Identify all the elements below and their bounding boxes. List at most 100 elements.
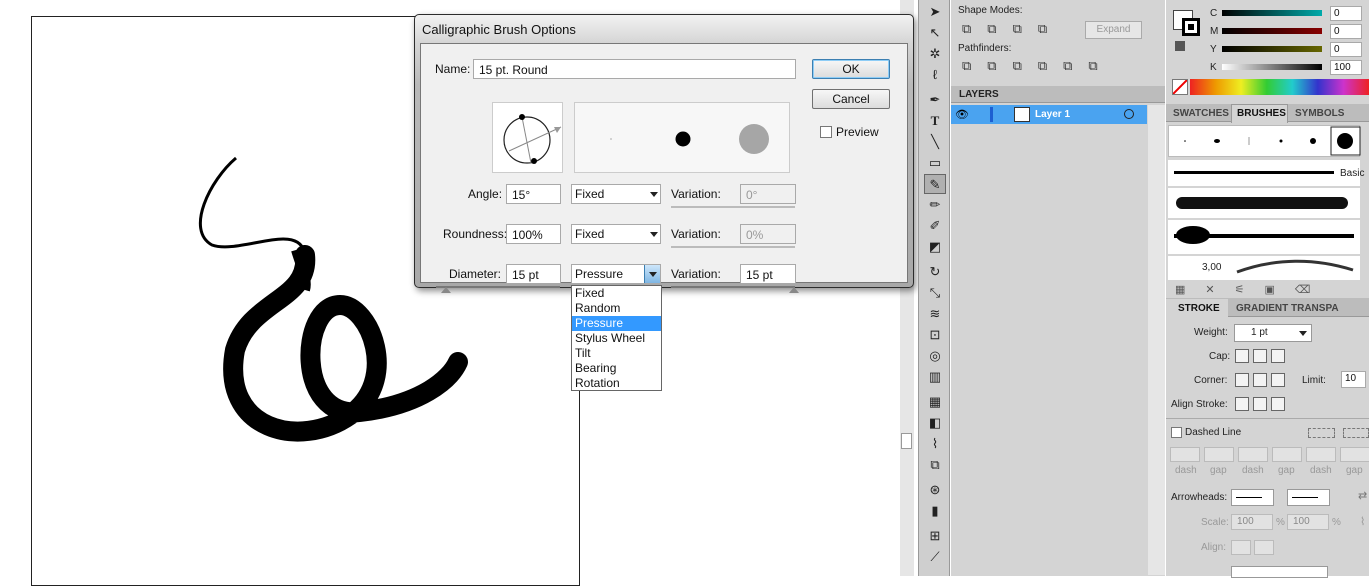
scrollbar-thumb[interactable] xyxy=(901,433,912,449)
cyan-value[interactable]: 0 xyxy=(1330,6,1362,21)
ok-button[interactable]: OK xyxy=(812,59,890,79)
dashed-line-checkbox[interactable] xyxy=(1171,427,1182,438)
dropdown-option-bearing[interactable]: Bearing xyxy=(572,361,661,376)
pathfinder-buttons[interactable]: ⧉⧉⧉⧉⧉⧉ xyxy=(962,58,1142,76)
black-value[interactable]: 100 xyxy=(1330,60,1362,75)
gradient-tool-icon[interactable]: ◧ xyxy=(924,413,946,433)
ornament-brush-row[interactable] xyxy=(1168,220,1360,254)
brushes-tab[interactable]: BRUSHES xyxy=(1237,108,1286,119)
scale-tool-icon[interactable]: ⤡ xyxy=(924,283,946,303)
swatches-tab[interactable]: SWATCHES xyxy=(1173,108,1229,119)
cancel-button[interactable]: Cancel xyxy=(812,89,890,109)
magenta-slider[interactable] xyxy=(1222,28,1322,34)
perspective-grid-tool-icon[interactable]: ▥ xyxy=(924,367,946,387)
line-tool-icon[interactable]: ╲ xyxy=(924,132,946,152)
round-cap-icon[interactable] xyxy=(1253,349,1267,363)
symbols-tab[interactable]: SYMBOLS xyxy=(1295,108,1344,119)
blend-tool-icon[interactable]: ⧉ xyxy=(924,455,946,475)
target-icon[interactable] xyxy=(1124,109,1134,119)
paintbrush-tool-icon[interactable]: ✎ xyxy=(924,174,946,194)
dash-preserve-icon[interactable] xyxy=(1308,428,1335,438)
type-tool-icon[interactable]: T xyxy=(924,111,946,131)
symbol-sprayer-tool-icon[interactable]: ⊛ xyxy=(924,480,946,500)
dropdown-option-stylus-wheel[interactable]: Stylus Wheel xyxy=(572,331,661,346)
magic-wand-tool-icon[interactable]: ✲ xyxy=(924,44,946,64)
shape-mode-buttons[interactable]: ⧉⧉⧉⧉ xyxy=(962,21,1072,39)
lasso-tool-icon[interactable]: ℓ xyxy=(924,65,946,85)
bevel-join-icon[interactable] xyxy=(1271,373,1285,387)
diameter-input[interactable]: 15 pt xyxy=(506,264,561,284)
diameter-variation-input[interactable]: 15 pt xyxy=(740,264,796,284)
limit-input[interactable]: 10 xyxy=(1341,371,1366,388)
angle-roundness-preview[interactable] xyxy=(492,102,563,173)
diameter-variation-label: Variation: xyxy=(671,267,721,281)
brushes-footer-icons[interactable]: ▦✕⚟▣⌫ xyxy=(1175,283,1355,296)
start-arrowhead-select[interactable] xyxy=(1231,489,1274,506)
cyan-slider[interactable] xyxy=(1222,10,1322,16)
dropdown-option-pressure[interactable]: Pressure xyxy=(572,316,661,331)
mesh-tool-icon[interactable]: ▦ xyxy=(924,392,946,412)
black-slider[interactable] xyxy=(1222,64,1322,70)
butt-cap-icon[interactable] xyxy=(1235,349,1249,363)
angle-mode-select[interactable]: Fixed xyxy=(571,184,661,204)
slice-tool-icon[interactable]: ⟋ xyxy=(924,547,946,567)
none-swatch[interactable] xyxy=(1172,79,1188,95)
align-center-icon[interactable] xyxy=(1235,397,1249,411)
yellow-slider[interactable] xyxy=(1222,46,1322,52)
diameter-slider-thumb[interactable] xyxy=(441,287,451,293)
artboard-tool-icon[interactable]: ⊞ xyxy=(924,526,946,546)
calligraphic-brush-row[interactable] xyxy=(1168,125,1361,157)
eyedropper-tool-icon[interactable]: ⌇ xyxy=(924,434,946,454)
yellow-value[interactable]: 0 xyxy=(1330,42,1362,57)
projecting-cap-icon[interactable] xyxy=(1271,349,1285,363)
align-inside-icon[interactable] xyxy=(1253,397,1267,411)
eye-icon[interactable]: 👁 xyxy=(955,108,969,121)
free-transform-tool-icon[interactable]: ⊡ xyxy=(924,325,946,345)
miter-join-icon[interactable] xyxy=(1235,373,1249,387)
align-outside-icon[interactable] xyxy=(1271,397,1285,411)
preview-checkbox[interactable] xyxy=(820,126,832,138)
dropdown-option-fixed[interactable]: Fixed xyxy=(572,286,661,301)
eraser-tool-icon[interactable]: ◩ xyxy=(924,237,946,257)
profile-select[interactable] xyxy=(1231,566,1328,578)
round-join-icon[interactable] xyxy=(1253,373,1267,387)
rectangle-tool-icon[interactable]: ▭ xyxy=(924,153,946,173)
stroke-swatch[interactable] xyxy=(1182,18,1200,36)
dropdown-option-tilt[interactable]: Tilt xyxy=(572,346,661,361)
preview-label: Preview xyxy=(836,125,879,139)
diameter-variation-slider[interactable] xyxy=(671,286,795,288)
column-graph-tool-icon[interactable]: ▮ xyxy=(924,501,946,521)
dropdown-option-rotation[interactable]: Rotation xyxy=(572,376,661,391)
swap-arrowheads-icon[interactable]: ⇄ xyxy=(1358,489,1367,502)
direct-selection-tool-icon[interactable]: ↖ xyxy=(924,23,946,43)
warp-tool-icon[interactable]: ≋ xyxy=(924,304,946,324)
gradient-tab[interactable]: GRADIENT xyxy=(1236,303,1288,314)
roundness-input[interactable]: 100% xyxy=(506,224,561,244)
pen-tool-icon[interactable]: ✒ xyxy=(924,90,946,110)
dash-align-icon[interactable] xyxy=(1343,428,1369,438)
magenta-value[interactable]: 0 xyxy=(1330,24,1362,39)
rotate-tool-icon[interactable]: ↻ xyxy=(924,262,946,282)
blob-brush-tool-icon[interactable]: ✐ xyxy=(924,216,946,236)
diameter-mode-select[interactable]: Pressure xyxy=(571,264,661,284)
selection-tool-icon[interactable]: ➤ xyxy=(924,2,946,22)
transparency-tab[interactable]: TRANSPA xyxy=(1291,303,1339,314)
brush-name-input[interactable]: 15 pt. Round xyxy=(473,59,796,79)
pencil-tool-icon[interactable]: ✏ xyxy=(924,195,946,215)
weight-input[interactable]: 1 pt xyxy=(1234,324,1312,342)
dropdown-option-random[interactable]: Random xyxy=(572,301,661,316)
layers-tab[interactable]: LAYERS xyxy=(959,89,999,100)
color-spectrum[interactable] xyxy=(1190,79,1369,95)
color-mode-icon[interactable] xyxy=(1175,41,1185,51)
roundness-mode-select[interactable]: Fixed xyxy=(571,224,661,244)
layers-scrollbar[interactable] xyxy=(1148,105,1165,575)
stroke-tab[interactable]: STROKE xyxy=(1178,303,1220,314)
layer-name[interactable]: Layer 1 xyxy=(1035,109,1070,120)
diameter-variation-slider-thumb[interactable] xyxy=(789,287,799,293)
end-arrowhead-select[interactable] xyxy=(1287,489,1330,506)
angle-input[interactable]: 15° xyxy=(506,184,561,204)
charcoal-brush-row[interactable] xyxy=(1168,188,1360,218)
shape-builder-tool-icon[interactable]: ◎ xyxy=(924,346,946,366)
basic-brush-row[interactable] xyxy=(1168,160,1360,186)
diameter-slider[interactable] xyxy=(436,286,560,288)
